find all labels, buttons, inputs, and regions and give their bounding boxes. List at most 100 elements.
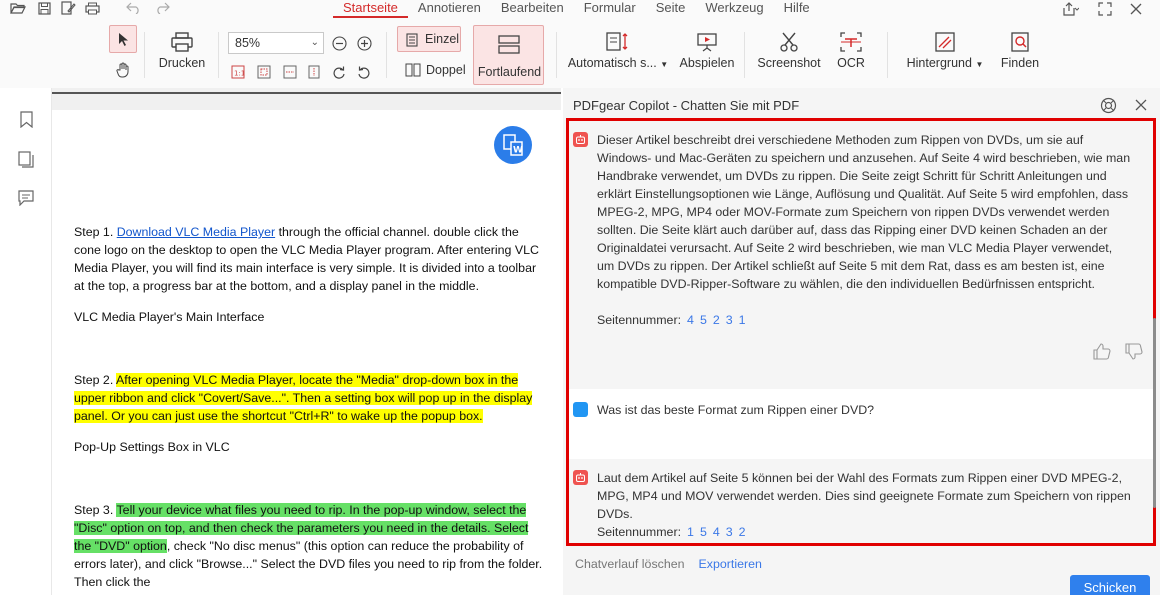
download-vlc-link[interactable]: Download VLC Media Player	[117, 225, 275, 239]
caption-main-interface: VLC Media Player's Main Interface	[74, 310, 265, 324]
actual-size-icon[interactable]: 1:1	[230, 64, 246, 80]
select-tool[interactable]	[109, 25, 137, 53]
auto-scroll-button[interactable]: Automatisch s... ▼	[566, 32, 670, 70]
tab-bearbeiten[interactable]: Bearbeiten	[491, 0, 574, 18]
find-button[interactable]: Finden	[998, 32, 1042, 70]
rotate-right-icon[interactable]	[331, 64, 347, 80]
ai-message-text: Laut dem Artikel auf Seite 5 können bei …	[597, 471, 1131, 521]
single-page-icon	[406, 33, 418, 47]
fit-page-icon[interactable]	[256, 64, 272, 80]
send-button[interactable]: Schicken	[1070, 575, 1150, 595]
open-folder-icon[interactable]	[10, 1, 26, 15]
single-page-button[interactable]: Einzel	[397, 26, 461, 52]
thumbs-down-icon[interactable]	[1125, 343, 1143, 360]
print-label: Drucken	[158, 56, 206, 70]
page-references: Seitennummer: 4 5 2 3 1	[597, 313, 746, 327]
zoom-value: 85%	[235, 36, 261, 50]
document-page-gap	[52, 88, 561, 112]
zoom-out-icon[interactable]	[331, 35, 347, 51]
step2-highlight: After opening VLC Media Player, locate t…	[74, 373, 533, 423]
chat-footer-actions: Chatverlauf löschen Exportieren	[575, 557, 762, 571]
zoom-in-icon[interactable]	[356, 35, 372, 51]
edit-document-icon[interactable]	[60, 1, 76, 15]
scissors-icon	[780, 32, 798, 52]
thumbs-up-icon[interactable]	[1093, 343, 1111, 360]
thumbnails-icon[interactable]	[17, 150, 35, 168]
comments-icon[interactable]	[17, 189, 35, 207]
close-window-icon[interactable]	[1128, 1, 1144, 17]
ai-message-text: Dieser Artikel beschreibt drei verschied…	[597, 133, 1131, 291]
ai-avatar-icon	[573, 132, 588, 147]
menu-bar: Startseite Annotieren Bearbeiten Formula…	[0, 0, 1160, 18]
chat-history: Dieser Artikel beschreibt drei verschied…	[566, 118, 1156, 546]
clear-history-button[interactable]: Chatverlauf löschen	[575, 557, 685, 571]
page-link[interactable]: 2	[713, 313, 720, 327]
copilot-settings-icon[interactable]	[1099, 96, 1117, 114]
page-link[interactable]: 2	[739, 525, 746, 539]
screenshot-label: Screenshot	[757, 56, 821, 70]
play-button[interactable]: Abspielen	[678, 32, 736, 70]
tab-hilfe[interactable]: Hilfe	[774, 0, 820, 18]
find-label: Finden	[1000, 56, 1040, 70]
double-page-icon	[405, 63, 421, 77]
page-link[interactable]: 1	[687, 525, 694, 539]
ocr-label: OCR	[837, 56, 865, 70]
ocr-scan-icon	[840, 32, 862, 52]
tab-startseite[interactable]: Startseite	[333, 0, 408, 18]
background-button[interactable]: Hintergrund ▼	[900, 32, 990, 70]
page-link[interactable]: 5	[700, 525, 707, 539]
chat-scrollbar[interactable]	[1153, 318, 1156, 508]
fullscreen-icon[interactable]	[1097, 1, 1113, 17]
tab-annotieren[interactable]: Annotieren	[408, 0, 491, 18]
presentation-icon	[697, 33, 717, 52]
ribbon-tabs: Startseite Annotieren Bearbeiten Formula…	[333, 0, 820, 18]
tab-formular[interactable]: Formular	[574, 0, 646, 18]
ai-avatar-icon	[573, 470, 588, 485]
double-page-label: Doppel	[426, 63, 466, 77]
ocr-button[interactable]: OCR	[831, 32, 871, 70]
tab-werkzeug[interactable]: Werkzeug	[695, 0, 773, 18]
bookmark-icon[interactable]	[17, 110, 35, 128]
hand-tool-icon[interactable]	[115, 62, 131, 78]
pdf-to-word-button[interactable]: W	[494, 126, 532, 164]
chevron-down-icon: ▼	[975, 60, 984, 69]
chevron-down-icon: ⌄	[310, 37, 319, 48]
document-page: W Step 1. Download VLC Media Player thro…	[52, 110, 561, 595]
rotate-left-icon[interactable]	[356, 64, 372, 80]
toolbar: Drucken 85% ⌄ 1:1 Einzel Doppel Fortlauf…	[0, 18, 1160, 88]
svg-text:W: W	[513, 146, 523, 156]
redo-icon[interactable]	[154, 1, 170, 15]
step3-paragraph: Step 3. Tell your device what files you …	[74, 503, 543, 589]
save-icon[interactable]	[36, 1, 52, 15]
auto-scroll-label: Automatisch s... ▼	[567, 56, 669, 70]
screenshot-button[interactable]: Screenshot	[755, 32, 823, 70]
export-button[interactable]: Exportieren	[699, 557, 762, 571]
copilot-close-icon[interactable]	[1132, 96, 1150, 114]
continuous-scroll-icon	[498, 35, 520, 54]
page-link[interactable]: 3	[726, 313, 733, 327]
single-page-label: Einzel	[425, 32, 460, 46]
zoom-select[interactable]: 85% ⌄	[228, 32, 324, 54]
page-link[interactable]: 4	[713, 525, 720, 539]
fit-width-icon[interactable]	[282, 64, 298, 80]
print-quick-icon[interactable]	[84, 1, 100, 15]
tab-seite[interactable]: Seite	[646, 0, 696, 18]
page-link[interactable]: 4	[687, 313, 694, 327]
chat-message-ai: Laut dem Artikel auf Seite 5 können bei …	[569, 459, 1153, 543]
share-icon[interactable]	[1063, 1, 1079, 17]
play-label: Abspielen	[679, 56, 735, 70]
background-icon	[935, 32, 955, 52]
auto-scroll-icon	[606, 32, 628, 51]
undo-icon[interactable]	[125, 1, 141, 15]
caption-popup-settings: Pop-Up Settings Box in VLC	[74, 440, 230, 454]
feedback-buttons	[1093, 343, 1143, 360]
copilot-panel: PDFgear Copilot - Chatten Sie mit PDF Di…	[563, 88, 1160, 595]
page-link[interactable]: 5	[700, 313, 707, 327]
continuous-button[interactable]: Fortlaufend	[473, 25, 544, 85]
double-page-button[interactable]: Doppel	[405, 63, 466, 77]
page-link[interactable]: 3	[726, 525, 733, 539]
fit-height-icon[interactable]	[306, 64, 322, 80]
svg-text:1:1: 1:1	[234, 70, 245, 78]
page-link[interactable]: 1	[739, 313, 746, 327]
print-button[interactable]: Drucken	[156, 32, 208, 70]
